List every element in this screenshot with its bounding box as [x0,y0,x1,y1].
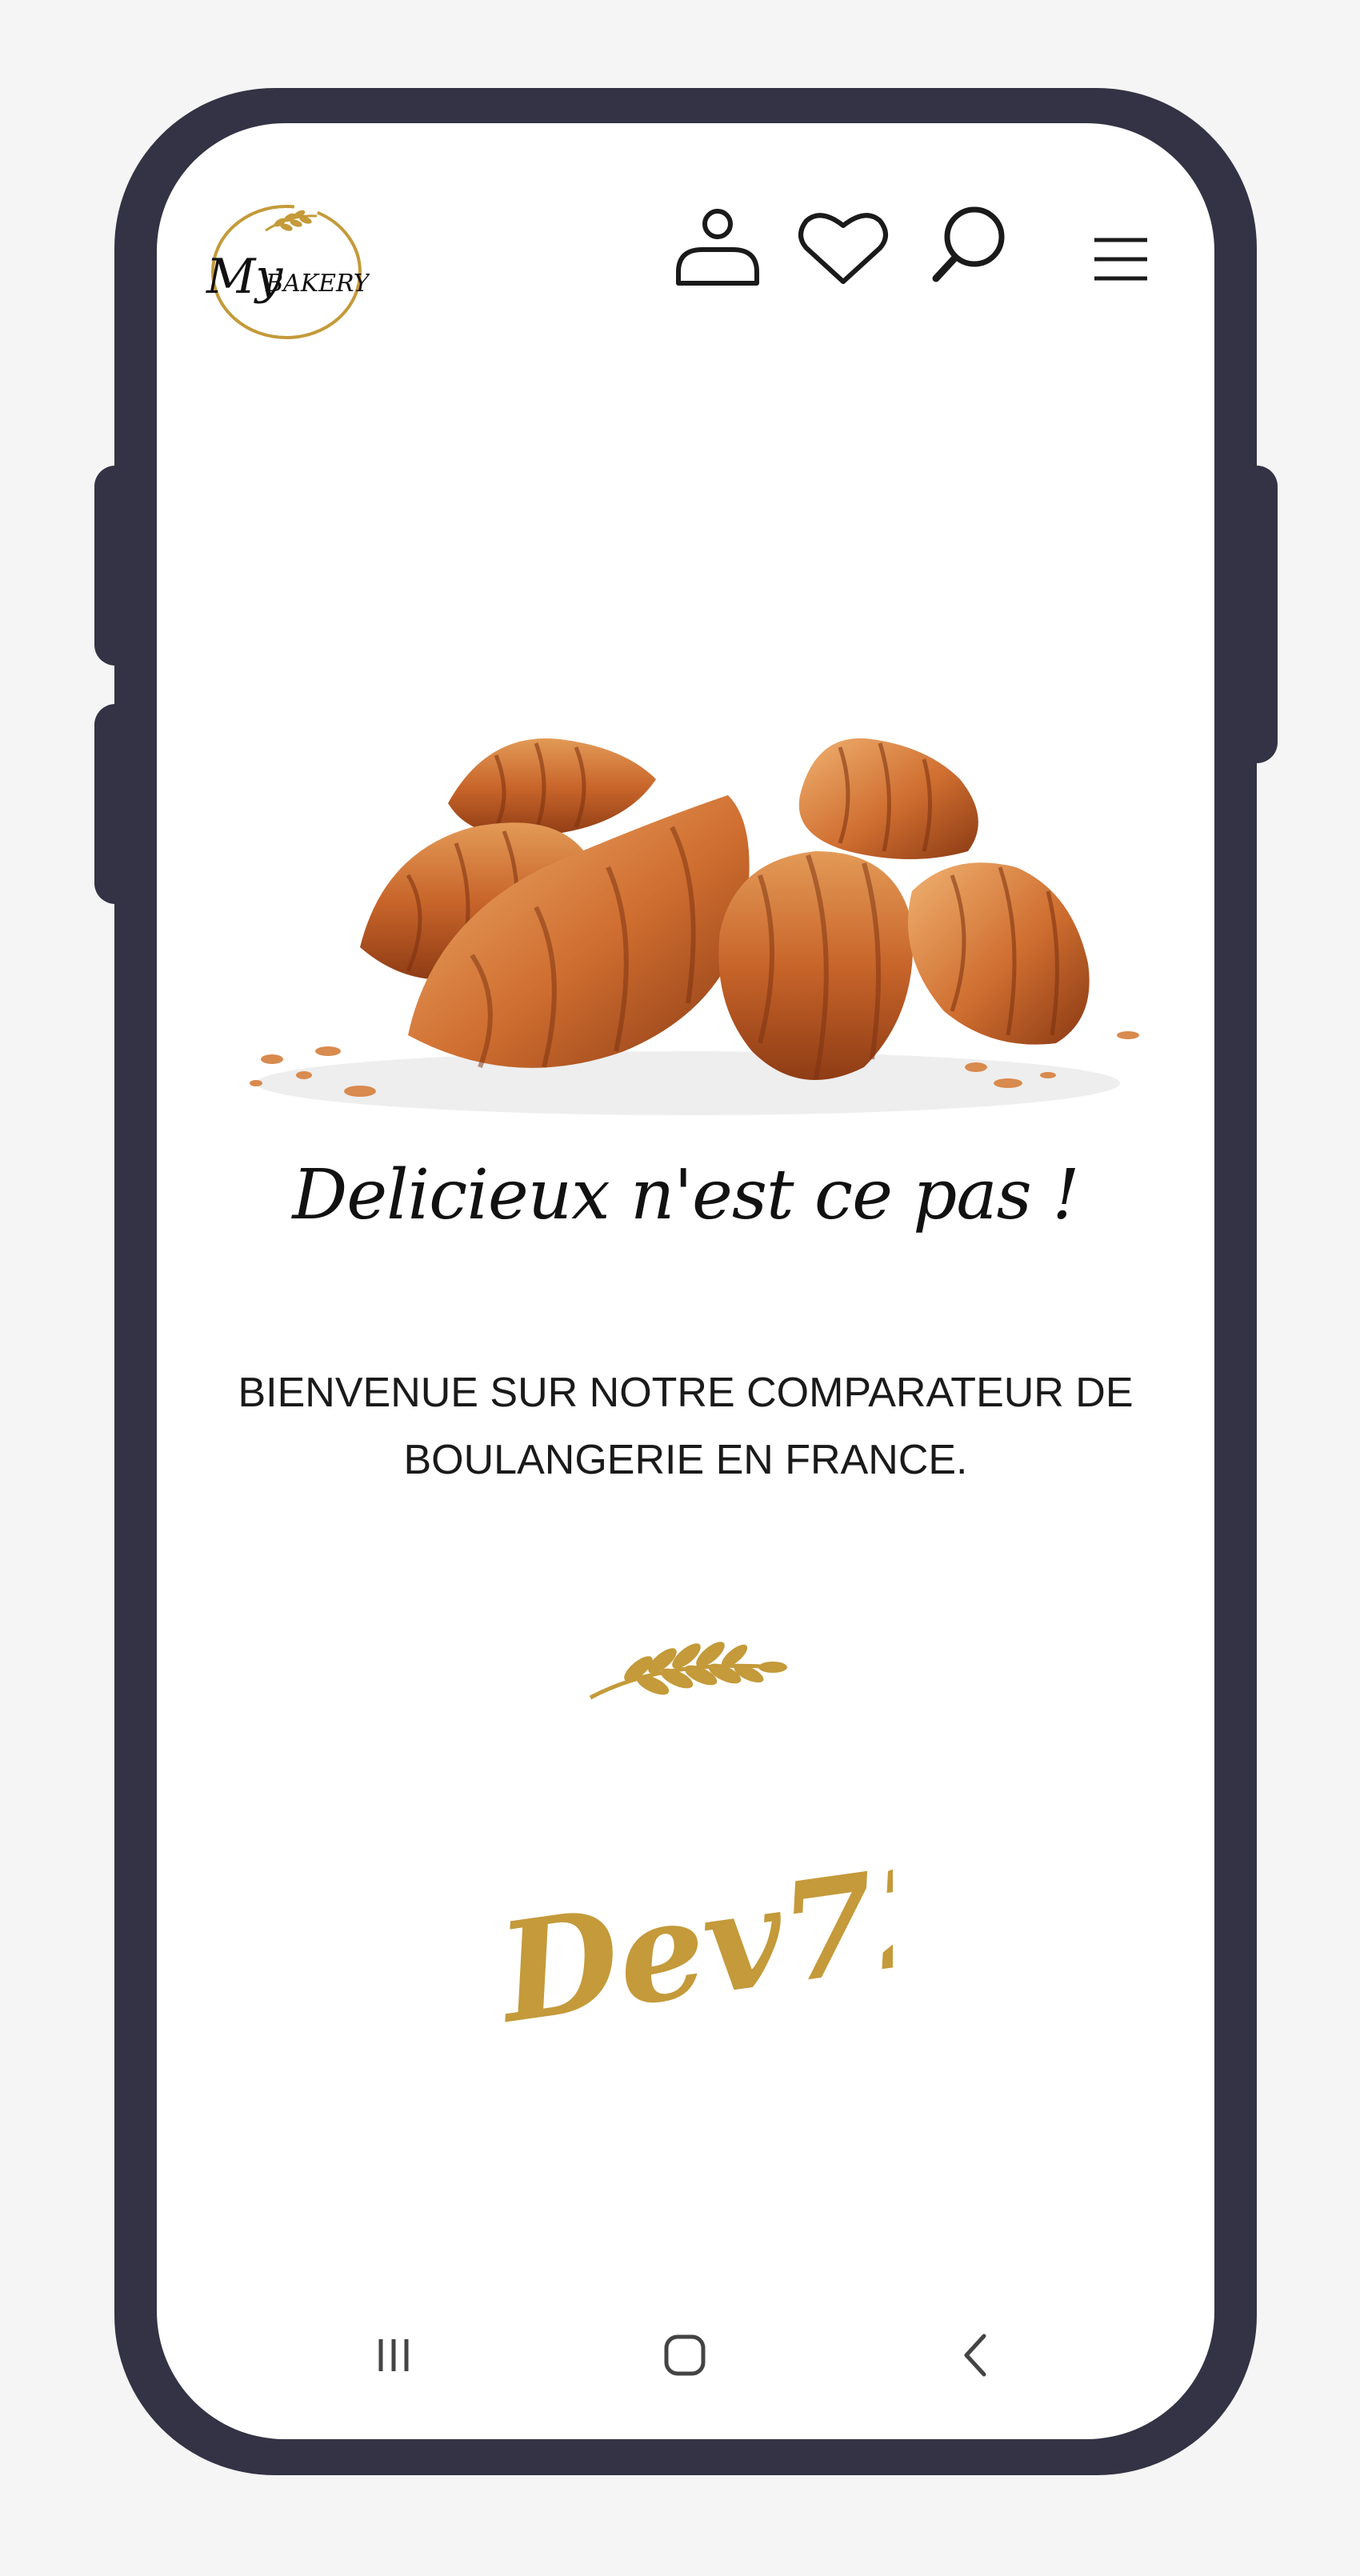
croissant [448,738,656,837]
search-icon[interactable] [930,203,1010,291]
app-header: My BAKERY [157,123,1214,363]
home-icon [664,2334,706,2376]
phone-side-button-left-bottom [94,704,136,904]
croissant [718,851,914,1080]
heart-icon[interactable] [797,203,890,291]
recent-apps-button[interactable] [346,2283,442,2427]
back-button[interactable] [930,2283,1026,2427]
wheat-icon [589,1642,787,1700]
back-icon [964,2334,986,2377]
my-bakery-logo[interactable]: My BAKERY [203,198,370,342]
welcome-line-1: BIENVENUE SUR NOTRE COMPARATEUR DE [238,1370,1134,1416]
phone-screen: My BAKERY Delicieux n'est ce pas ! BIENV… [157,123,1214,2439]
logo-wheat-icon [265,210,318,232]
home-button[interactable] [637,2283,733,2427]
croissant [798,738,978,859]
croissants-photo [250,738,1139,1115]
user-icon[interactable] [674,203,762,291]
croissant [908,862,1090,1045]
phone-side-button-right [1236,466,1278,763]
tagline: Delicieux n'est ce pas ! [292,1155,1079,1235]
system-nav-bar [157,2283,1214,2427]
phone-side-button-left-top [94,466,136,666]
signature-text: Dev72 [493,1835,893,2035]
logo-text-bakery: BAKERY [265,270,370,298]
dev72-signature: Dev72 [493,1835,893,2035]
recent-apps-icon [378,2339,409,2371]
welcome-line-2: BOULANGERIE EN FRANCE. [403,1437,968,1483]
welcome-text: BIENVENUE SUR NOTRE COMPARATEUR DE BOULA… [237,1359,1134,1494]
menu-icon[interactable] [1093,235,1149,283]
